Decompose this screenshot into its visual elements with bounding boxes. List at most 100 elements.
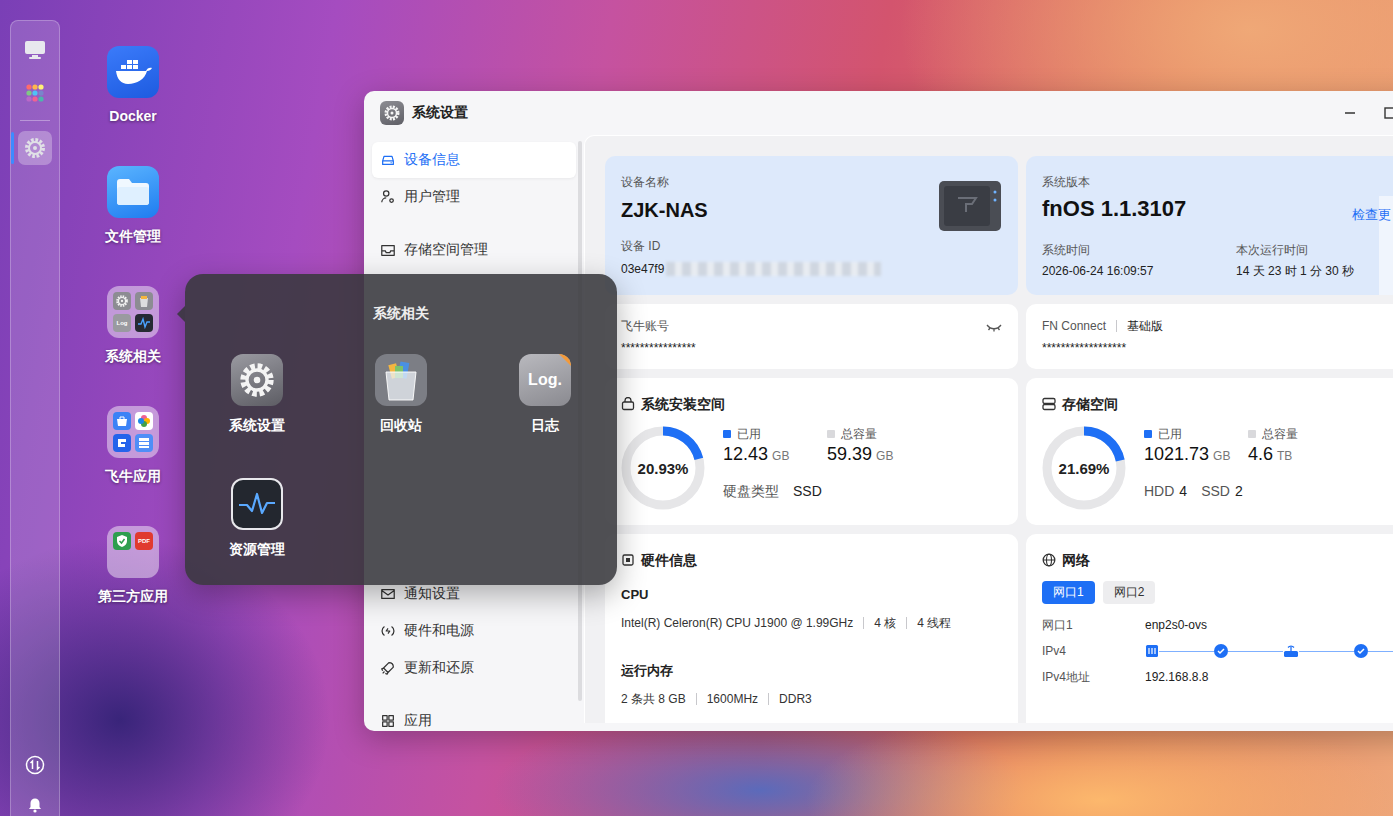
- dock-item[interactable]: [11, 75, 59, 111]
- total-swatch: [1248, 430, 1256, 438]
- sidebar-item-icon: [380, 660, 396, 676]
- settings-app-icon: [231, 354, 283, 406]
- network-row: IPv4: [1042, 638, 1393, 664]
- dock-divider: [20, 120, 50, 121]
- fn-connect-card: FN Connect基础版 ******************: [1026, 304, 1393, 369]
- dock-item[interactable]: [11, 130, 59, 166]
- desktop-icon[interactable]: PDF 第三方应用: [88, 526, 178, 605]
- popup-app[interactable]: 资源管理: [185, 478, 329, 558]
- gear-icon: [23, 136, 47, 160]
- sidebar-item-icon: [380, 242, 396, 258]
- storage-card: 存储空间 21.69% 已用 1021.73GB 总容量 4.6TB HDD4S…: [1026, 378, 1393, 525]
- sidebar-item[interactable]: 更新和还原: [372, 650, 576, 686]
- store-mini-icon: [113, 412, 131, 430]
- network-tab[interactable]: 网口1: [1042, 581, 1095, 604]
- system-version-card: 系统版本 fnOS 1.1.3107 检查更 系统时间2026-06-24 16…: [1026, 156, 1393, 295]
- sidebar-item[interactable]: 硬件和电源: [372, 613, 576, 649]
- link-line: [1299, 651, 1354, 652]
- sidebar-item-icon: [380, 189, 396, 205]
- check-icon: [1354, 644, 1368, 658]
- notification-button[interactable]: [23, 792, 47, 816]
- sidebar-item[interactable]: 用户管理: [372, 179, 576, 215]
- popup-pointer: [177, 306, 185, 322]
- network-row: IPv4地址 192.168.8.8: [1042, 664, 1393, 690]
- sidebar-item-icon: [380, 623, 396, 639]
- bell-icon: [25, 794, 45, 814]
- log-mini-icon: Log: [113, 314, 131, 332]
- settings-app-icon: [380, 101, 404, 125]
- flower-mini-icon: [135, 412, 153, 430]
- app-group-popup: 系统相关 系统设置 回收站Log. 日志 资源管理: [185, 274, 617, 585]
- minimize-button[interactable]: [1338, 101, 1362, 125]
- gear-icon: [383, 104, 401, 122]
- app-group-icon: Log: [107, 286, 159, 338]
- maximize-button[interactable]: [1378, 101, 1393, 125]
- monitor-icon: [24, 40, 46, 60]
- masked-id: [666, 262, 881, 276]
- docker-icon: [107, 46, 159, 98]
- nas-icon: [938, 180, 1002, 236]
- network-tab[interactable]: 网口2: [1103, 581, 1156, 604]
- desktop-icon[interactable]: 文件管理: [88, 166, 178, 245]
- sidebar-item[interactable]: 存储空间管理: [372, 232, 576, 268]
- app-grid-icon: [24, 82, 46, 104]
- app-group-icon: PDF: [107, 526, 159, 578]
- trash-mini-icon: [135, 292, 153, 310]
- transfer-button[interactable]: [23, 753, 47, 777]
- grid-mini-icon: [135, 434, 153, 452]
- selected-indicator: [11, 132, 14, 164]
- desktop-icons: Docker 文件管理 Log 系统相关 飞牛应用 PDF 第三方应用: [88, 46, 178, 605]
- desktop-icon[interactable]: 飞牛应用: [88, 406, 178, 485]
- device-info-panel: 设备名称 ZJK-NAS 设备 ID 03e47f9 系统版本 fnOS 1.1…: [584, 135, 1393, 723]
- popup-app[interactable]: 回收站: [329, 354, 473, 434]
- dock: [10, 20, 60, 816]
- monitor-app-icon: [231, 478, 283, 530]
- gear-icon: [237, 360, 277, 400]
- globe-icon: [1042, 553, 1056, 567]
- folder-icon: [107, 166, 159, 218]
- sidebar-item-icon: [380, 152, 396, 168]
- desktop-icon[interactable]: Docker: [88, 46, 178, 125]
- app-mini-icon: [113, 434, 131, 452]
- usage-donut: 20.93%: [621, 426, 705, 510]
- router-icon: [1283, 644, 1299, 658]
- device-card: 设备名称 ZJK-NAS 设备 ID 03e47f9: [605, 156, 1018, 295]
- account-card: 飞牛账号 ****************: [605, 304, 1018, 369]
- storage-card: 系统安装空间 20.93% 已用 12.43GB 总容量 59.39GB 硬盘类…: [605, 378, 1018, 525]
- desktop-icon[interactable]: Log 系统相关: [88, 286, 178, 365]
- sidebar-item[interactable]: 应用: [372, 703, 576, 731]
- network-card: 网络 网口1网口2 网口1 enp2s0-ovsIPv4 IPv4地址 192.…: [1026, 534, 1393, 723]
- ethernet-port-icon: [1145, 644, 1159, 658]
- eye-off-icon: [986, 322, 1002, 334]
- usage-donut: 21.69%: [1042, 426, 1126, 510]
- check-icon: [1214, 644, 1228, 658]
- link-line: [1368, 651, 1393, 652]
- drive-lock-icon: [621, 397, 635, 411]
- network-row: 网口1 enp2s0-ovs: [1042, 612, 1393, 638]
- dock-item[interactable]: [11, 32, 59, 68]
- chart-mini-icon: [135, 314, 153, 332]
- total-swatch: [827, 430, 835, 438]
- check-update-link[interactable]: 检查更: [1352, 206, 1391, 224]
- app-group-icon: [107, 406, 159, 458]
- trash-app-icon: [375, 354, 427, 406]
- shield-mini-icon: [113, 532, 131, 550]
- popup-app[interactable]: 系统设置: [185, 354, 329, 434]
- connection-status: [1145, 644, 1393, 658]
- pdf-mini-icon: PDF: [135, 532, 153, 550]
- link-line: [1228, 651, 1283, 652]
- toggle-visibility-button[interactable]: [986, 320, 1002, 338]
- sidebar-item-icon: [380, 586, 396, 602]
- desktop: Docker 文件管理 Log 系统相关 飞牛应用 PDF 第三方应用 系统设置 设…: [0, 0, 1393, 816]
- link-line: [1159, 651, 1214, 652]
- popup-app[interactable]: Log. 日志: [473, 354, 617, 434]
- hardware-card: 硬件信息 CPU Intel(R) Celeron(R) CPU J1900 @…: [605, 534, 1018, 723]
- transfer-icon: [25, 755, 45, 775]
- gear-icon: [115, 294, 129, 308]
- title-bar: 系统设置: [364, 91, 1393, 135]
- gear-mini-icon: [113, 292, 131, 310]
- sidebar-item[interactable]: 设备信息: [372, 142, 576, 178]
- chip-icon: [621, 553, 635, 567]
- used-swatch: [1144, 430, 1152, 438]
- used-swatch: [723, 430, 731, 438]
